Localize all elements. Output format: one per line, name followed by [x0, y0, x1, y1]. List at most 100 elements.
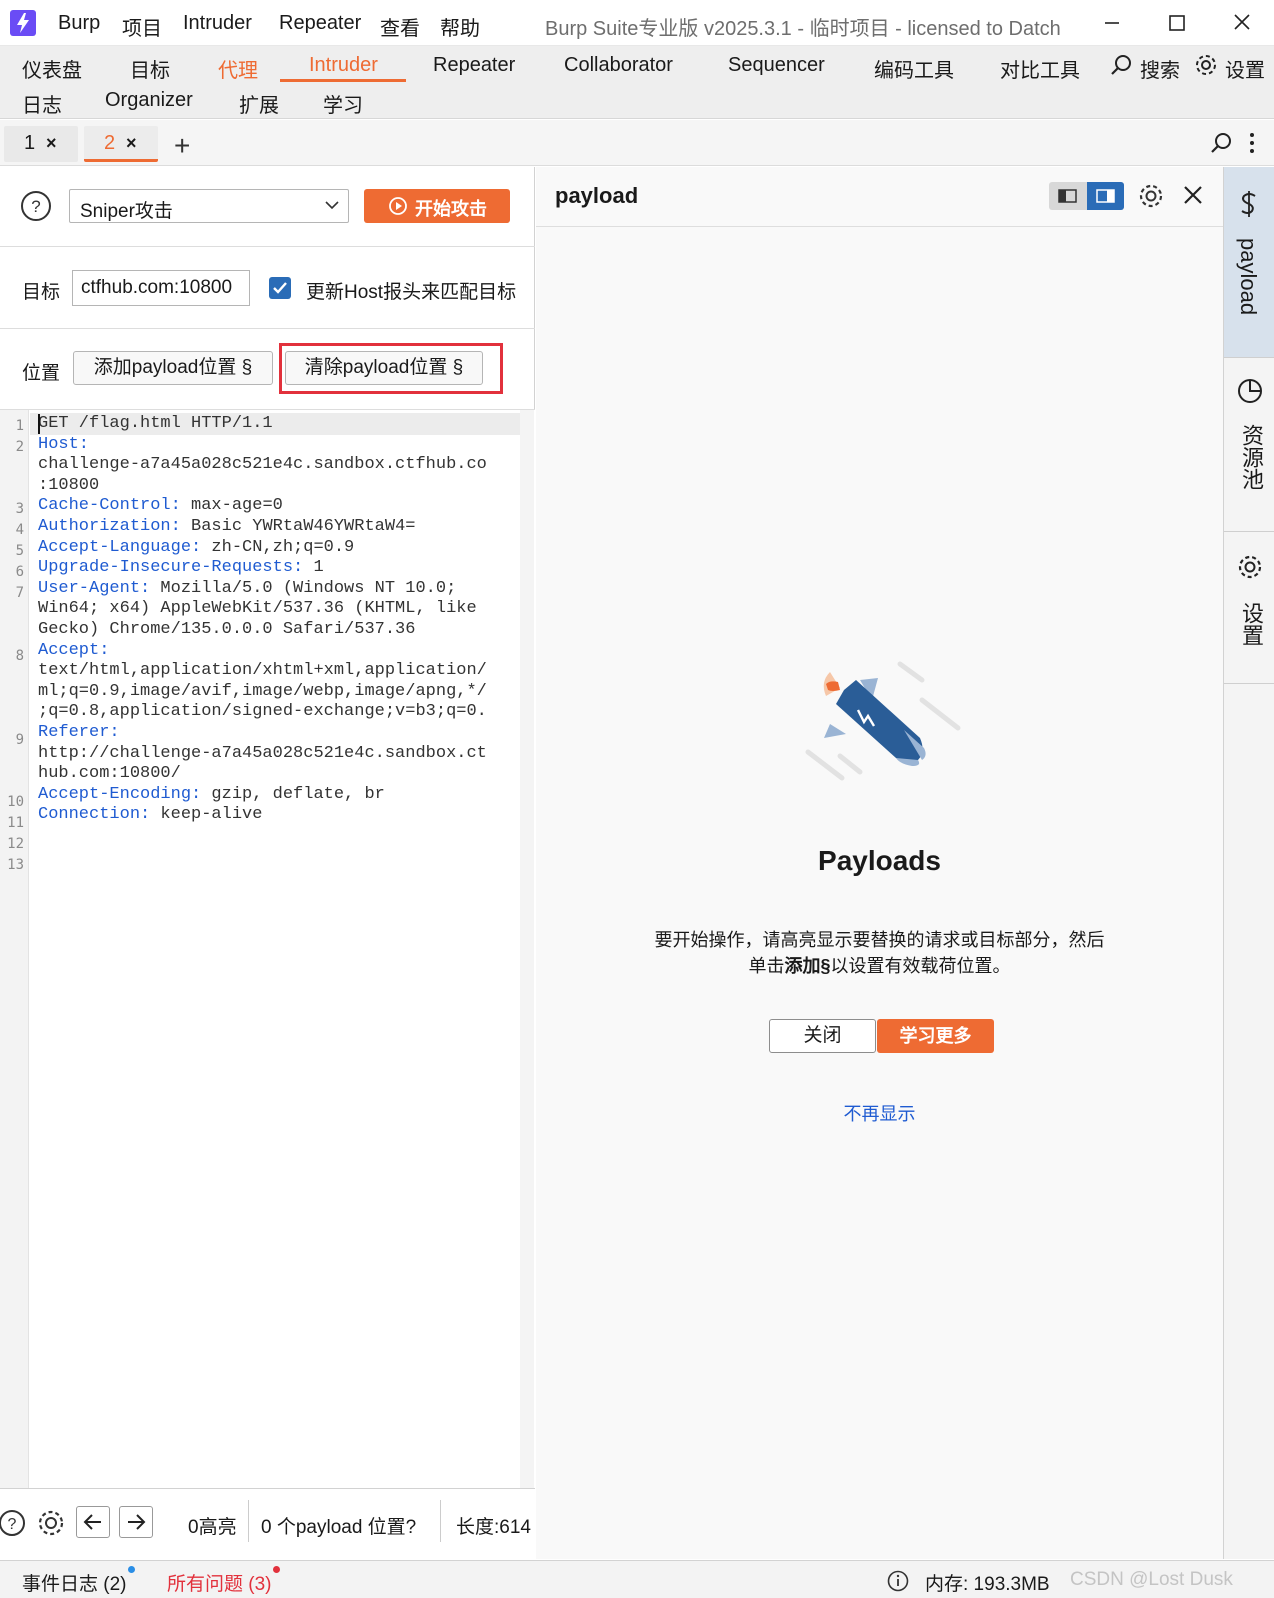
sidebar-gear-icon[interactable]	[1236, 553, 1264, 581]
nav-intruder[interactable]: Intruder	[309, 54, 378, 77]
payload-dollar-icon[interactable]	[1237, 190, 1261, 218]
attack-type-value: Sniper攻击	[80, 201, 173, 222]
header-value: gzip, deflate, br	[201, 784, 385, 804]
nav-comparer[interactable]: 对比工具	[1000, 54, 1080, 83]
burp-logo-icon	[10, 10, 36, 36]
menu-help[interactable]: 帮助	[440, 12, 480, 41]
line-number: 6	[15, 564, 24, 580]
add-payload-position-button[interactable]: 添加payload位置 §	[73, 351, 273, 385]
menu-project[interactable]: 项目	[122, 12, 162, 41]
info-icon[interactable]	[887, 1570, 909, 1592]
window-close-icon[interactable]	[1227, 10, 1257, 36]
line-number: 7	[15, 585, 24, 601]
desc-post: 以设置有效载荷位置。	[830, 956, 1011, 976]
header-value: hub.com:10800/	[38, 764, 181, 784]
nav-dashboard[interactable]: 仪表盘	[22, 54, 82, 83]
target-input[interactable]: ctfhub.com:10800	[72, 270, 250, 306]
start-attack-button[interactable]: 开始攻击	[364, 189, 510, 223]
nav-search-label[interactable]: 搜索	[1140, 54, 1180, 83]
window-title: Burp Suite专业版 v2025.3.1 - 临时项目 - license…	[545, 18, 1061, 40]
text-caret	[38, 414, 40, 434]
tab-label: 2	[104, 132, 116, 154]
forward-arrow-icon[interactable]	[119, 1506, 153, 1538]
header-value: Win64; x64) AppleWebKit/537.36 (KHTML, l…	[38, 599, 477, 619]
menu-view[interactable]: 查看	[380, 12, 420, 41]
code-line: Win64; x64) AppleWebKit/537.36 (KHTML, l…	[38, 599, 477, 618]
header-key: Upgrade-Insecure-Requests:	[38, 558, 304, 578]
code-line: Referer:	[38, 723, 120, 742]
header-key: Host:	[38, 434, 90, 454]
request-tab-1[interactable]: 1 ×	[4, 126, 78, 162]
code-line: Authorization: Basic YWRtaW46YWRtaW4=	[38, 517, 415, 536]
dont-show-again-link[interactable]: 不再显示	[536, 1100, 1223, 1126]
nav-logger[interactable]: 日志	[22, 89, 62, 118]
request-tab-2[interactable]: 2 ×	[84, 126, 158, 162]
help-icon[interactable]: ?	[20, 190, 52, 222]
minimize-icon[interactable]	[1097, 10, 1127, 36]
header-key: Accept:	[38, 640, 110, 660]
header-value: GET /flag.html HTTP/1.1	[38, 414, 273, 433]
layout-toggle[interactable]	[1049, 182, 1124, 210]
panel-close-icon[interactable]	[1181, 183, 1205, 207]
divider	[440, 1500, 441, 1542]
divider	[1224, 683, 1274, 684]
line-number: 9	[15, 732, 24, 748]
update-host-checkbox[interactable]	[269, 277, 291, 299]
close-tab-icon[interactable]: ×	[46, 133, 57, 154]
add-tab-icon[interactable]: +	[174, 130, 190, 162]
nav-extensions[interactable]: 扩展	[239, 89, 279, 118]
layout-right-icon[interactable]	[1087, 182, 1124, 210]
menu-repeater[interactable]: Repeater	[279, 12, 361, 35]
chevron-down-icon	[324, 199, 340, 211]
desc-pre: 单击	[748, 956, 785, 976]
more-options-icon[interactable]	[1248, 132, 1256, 154]
event-log-dot	[128, 1566, 135, 1573]
code-line: hub.com:10800/	[38, 764, 181, 783]
nav-settings-label[interactable]: 设置	[1225, 54, 1265, 83]
pie-chart-icon[interactable]	[1237, 378, 1263, 404]
menu-burp[interactable]: Burp	[58, 12, 100, 35]
tab-search-icon[interactable]	[1209, 131, 1233, 155]
line-number: 4	[15, 522, 24, 538]
nav-organizer[interactable]: Organizer	[105, 89, 193, 112]
sidebar-item-settings[interactable]: 设置	[1235, 602, 1267, 646]
request-tab-bar	[0, 120, 1274, 166]
menu-intruder[interactable]: Intruder	[183, 12, 252, 35]
code-line: User-Agent: Mozilla/5.0 (Windows NT 10.0…	[38, 579, 456, 598]
sidebar-item-payload[interactable]: payload	[1235, 238, 1261, 315]
nav-learn[interactable]: 学习	[323, 89, 363, 118]
layout-left-icon[interactable]	[1049, 182, 1086, 210]
close-tab-icon[interactable]: ×	[126, 133, 137, 154]
all-issues-link[interactable]: 所有问题 (3)	[167, 1569, 272, 1596]
gear-icon[interactable]	[1193, 52, 1219, 78]
header-value: Mozilla/5.0 (Windows NT 10.0;	[150, 578, 457, 598]
footer-help-icon[interactable]: ?	[0, 1508, 28, 1538]
active-tab-underline	[280, 79, 406, 82]
line-number-gutter: 1 2 3 4 5 6 7 8 9 10 11 12 13	[0, 410, 29, 1488]
back-arrow-icon[interactable]	[76, 1506, 110, 1538]
nav-decoder[interactable]: 编码工具	[874, 54, 954, 83]
positions-label: 位置	[22, 363, 61, 384]
start-attack-label: 开始攻击	[415, 199, 487, 219]
header-value: zh-CN,zh;q=0.9	[201, 537, 355, 557]
close-button[interactable]: 关闭	[769, 1019, 876, 1053]
header-key: Referer:	[38, 723, 120, 742]
svg-text:?: ?	[8, 1516, 17, 1533]
footer-gear-icon[interactable]	[36, 1508, 66, 1538]
maximize-icon[interactable]	[1162, 10, 1192, 36]
payloads-description-2: 单击添加§以设置有效载荷位置。	[536, 952, 1223, 978]
header-value: http://challenge-a7a45a028c521e4c.sandbo…	[38, 743, 487, 763]
nav-repeater[interactable]: Repeater	[433, 54, 515, 77]
search-icon[interactable]	[1109, 53, 1133, 77]
nav-target[interactable]: 目标	[130, 54, 170, 83]
nav-proxy[interactable]: 代理	[218, 54, 258, 83]
panel-settings-icon[interactable]	[1137, 182, 1165, 210]
nav-sequencer[interactable]: Sequencer	[728, 54, 825, 77]
event-log-link[interactable]: 事件日志 (2)	[22, 1569, 127, 1596]
sidebar-item-resource-pool[interactable]: 资源池	[1235, 424, 1267, 490]
editor-scrollbar[interactable]	[520, 410, 534, 1488]
header-value: challenge-a7a45a028c521e4c.sandbox.ctfhu…	[38, 455, 487, 475]
divider	[0, 328, 535, 329]
learn-more-button[interactable]: 学习更多	[877, 1019, 994, 1053]
nav-collaborator[interactable]: Collaborator	[564, 54, 673, 77]
